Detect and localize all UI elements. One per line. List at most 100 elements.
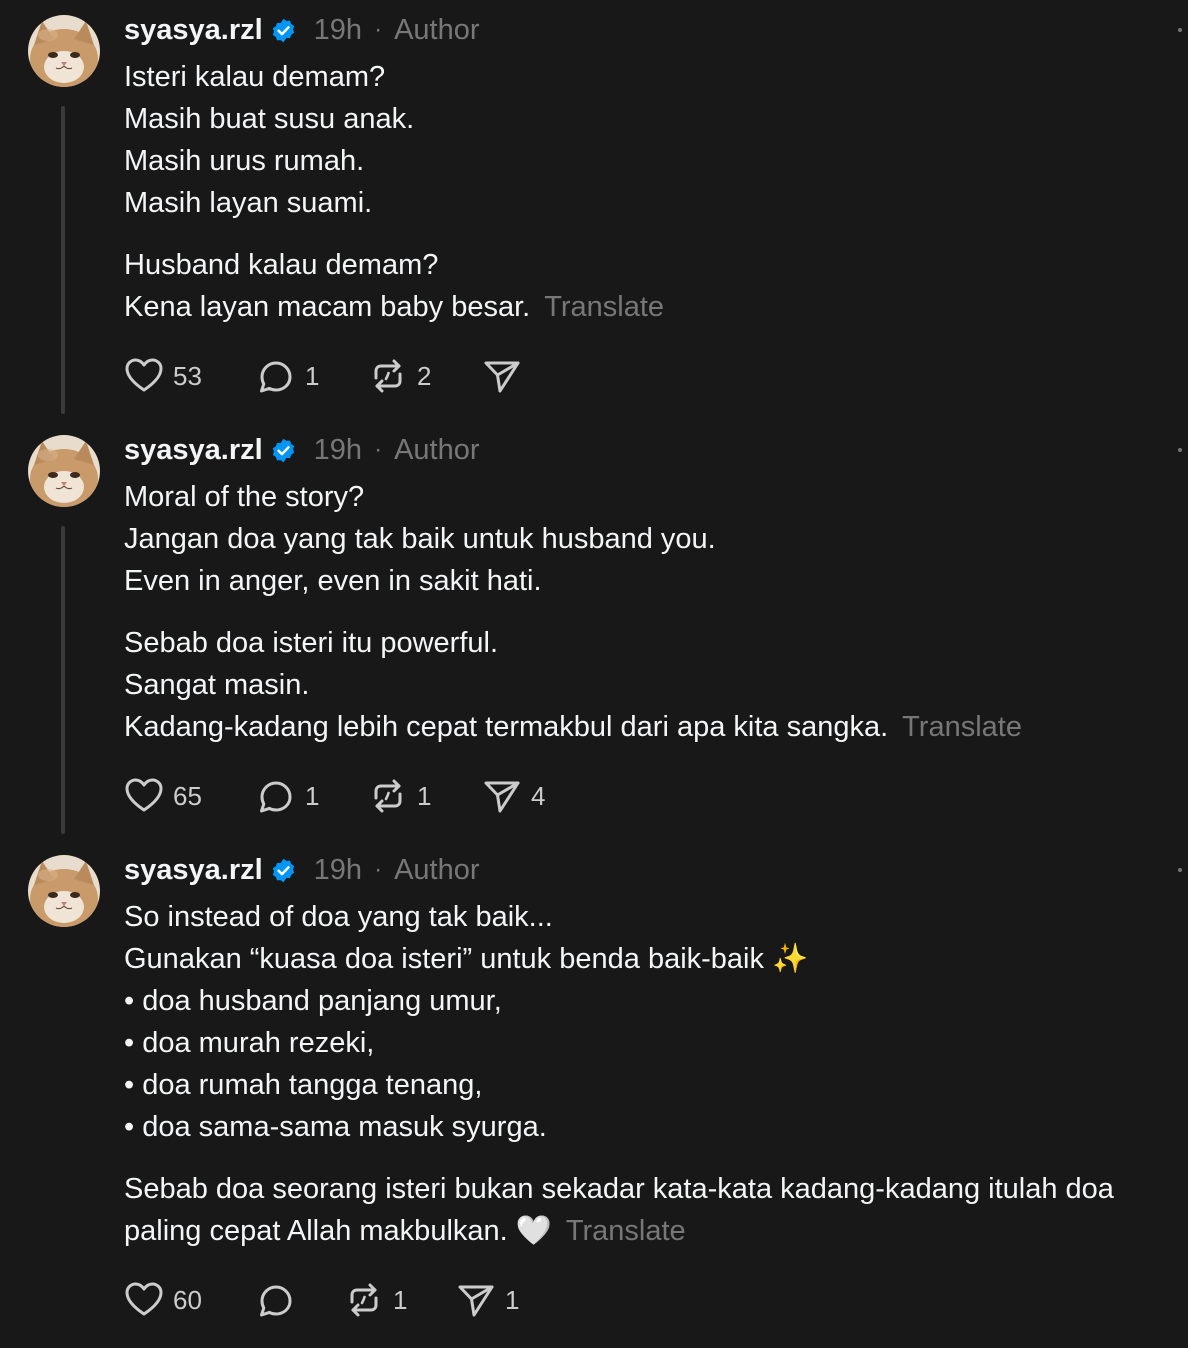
- reply-icon: [256, 776, 296, 816]
- post-line: Jangan doa yang tak baik untuk husband y…: [124, 523, 716, 555]
- avatar[interactable]: [28, 15, 100, 87]
- thread-post-2: syasya.rzl 19h · Author Moral of the sto…: [0, 420, 1188, 840]
- reply-button[interactable]: 1: [256, 356, 368, 396]
- reply-button[interactable]: [256, 1280, 344, 1320]
- username[interactable]: syasya.rzl: [124, 434, 263, 467]
- post-body: Moral of the story? Jangan doa yang tak …: [124, 476, 1184, 748]
- post-line-text: Kadang-kadang lebih cepat termakbul dari…: [124, 711, 889, 743]
- timestamp[interactable]: 19h: [314, 854, 362, 887]
- post-line: Masih buat susu anak.: [124, 103, 415, 135]
- verified-badge-icon: [270, 17, 297, 44]
- share-icon: [482, 356, 522, 396]
- heart-icon: [124, 1280, 164, 1320]
- like-button[interactable]: 60: [124, 1280, 256, 1320]
- post-line-text: Kena layan macam baby besar.: [124, 291, 531, 323]
- separator-dot: ·: [374, 436, 383, 463]
- reply-count: 1: [305, 360, 320, 391]
- post-line: Isteri kalau demam?: [124, 61, 386, 93]
- translate-link[interactable]: Translate: [544, 291, 664, 323]
- reply-count: 1: [305, 780, 320, 811]
- post-header: syasya.rzl 19h · Author: [124, 850, 480, 890]
- avatar[interactable]: [28, 855, 100, 927]
- like-button[interactable]: 65: [124, 776, 256, 816]
- verified-badge-icon: [270, 857, 297, 884]
- username[interactable]: syasya.rzl: [124, 14, 263, 47]
- post-line: Even in anger, even in sakit hati.: [124, 565, 542, 597]
- share-count: 1: [505, 1284, 520, 1315]
- thread: syasya.rzl 19h · Author Isteri kalau dem…: [0, 0, 1188, 1348]
- repost-count: 2: [417, 360, 432, 391]
- post-line: • doa murah rezeki,: [124, 1027, 375, 1059]
- repost-icon: [368, 356, 408, 396]
- more-icon[interactable]: [1178, 868, 1182, 872]
- repost-count: 1: [393, 1284, 408, 1315]
- timestamp[interactable]: 19h: [314, 434, 362, 467]
- reply-icon: [256, 1280, 296, 1320]
- post-line: Sebab doa seorang isteri bukan sekadar k…: [124, 1168, 1184, 1252]
- cat-avatar-icon: [28, 435, 100, 507]
- thread-post-1: syasya.rzl 19h · Author Isteri kalau dem…: [0, 0, 1188, 420]
- post-line: Moral of the story?: [124, 481, 365, 513]
- post-line: Gunakan “kuasa doa isteri” untuk benda b…: [124, 943, 809, 975]
- post-body: So instead of doa yang tak baik... Gunak…: [124, 896, 1184, 1252]
- post-line: Sebab doa isteri itu powerful.: [124, 627, 498, 659]
- repost-button[interactable]: 1: [344, 1280, 456, 1320]
- username[interactable]: syasya.rzl: [124, 854, 263, 887]
- heart-icon: [124, 776, 164, 816]
- reply-button[interactable]: 1: [256, 776, 368, 816]
- heart-icon: [124, 356, 164, 396]
- action-bar: 60 1 1: [124, 1280, 519, 1320]
- post-header: syasya.rzl 19h · Author: [124, 430, 480, 470]
- separator-dot: ·: [374, 856, 383, 883]
- translate-link[interactable]: Translate: [566, 1215, 686, 1247]
- post-line: Masih layan suami.: [124, 187, 373, 219]
- post-line: Masih urus rumah.: [124, 145, 365, 177]
- post-line: Husband kalau demam?: [124, 249, 439, 281]
- cat-avatar-icon: [28, 855, 100, 927]
- repost-count: 1: [417, 780, 432, 811]
- repost-icon: [344, 1280, 384, 1320]
- repost-button[interactable]: 2: [368, 356, 482, 396]
- post-line: • doa rumah tangga tenang,: [124, 1069, 483, 1101]
- repost-icon: [368, 776, 408, 816]
- like-count: 53: [173, 360, 202, 391]
- translate-link[interactable]: Translate: [902, 711, 1022, 743]
- like-button[interactable]: 53: [124, 356, 256, 396]
- post-body: Isteri kalau demam? Masih buat susu anak…: [124, 56, 1184, 328]
- separator-dot: ·: [374, 16, 383, 43]
- share-button[interactable]: [482, 356, 531, 396]
- author-label: Author: [394, 13, 480, 46]
- post-line: Sangat masin.: [124, 669, 310, 701]
- action-bar: 53 1 2: [124, 356, 531, 396]
- post-line: So instead of doa yang tak baik...: [124, 901, 553, 933]
- reply-icon: [256, 356, 296, 396]
- timestamp[interactable]: 19h: [314, 14, 362, 47]
- post-line: Kadang-kadang lebih cepat termakbul dari…: [124, 706, 1184, 748]
- verified-badge-icon: [270, 437, 297, 464]
- more-icon[interactable]: [1178, 28, 1182, 32]
- like-count: 60: [173, 1284, 202, 1315]
- author-label: Author: [394, 853, 480, 886]
- like-count: 65: [173, 780, 202, 811]
- thread-line: [61, 526, 65, 834]
- avatar[interactable]: [28, 435, 100, 507]
- share-button[interactable]: 1: [456, 1280, 519, 1320]
- repost-button[interactable]: 1: [368, 776, 482, 816]
- post-line: Kena layan macam baby besar. Translate: [124, 286, 1184, 328]
- action-bar: 65 1 1 4: [124, 776, 545, 816]
- post-header: syasya.rzl 19h · Author: [124, 10, 480, 50]
- share-icon: [482, 776, 522, 816]
- post-line: • doa sama-sama masuk syurga.: [124, 1111, 547, 1143]
- cat-avatar-icon: [28, 15, 100, 87]
- share-icon: [456, 1280, 496, 1320]
- thread-line: [61, 106, 65, 414]
- share-button[interactable]: 4: [482, 776, 545, 816]
- author-label: Author: [394, 433, 480, 466]
- share-count: 4: [531, 780, 546, 811]
- more-icon[interactable]: [1178, 448, 1182, 452]
- post-line: • doa husband panjang umur,: [124, 985, 502, 1017]
- thread-post-3: syasya.rzl 19h · Author So instead of do…: [0, 840, 1188, 1348]
